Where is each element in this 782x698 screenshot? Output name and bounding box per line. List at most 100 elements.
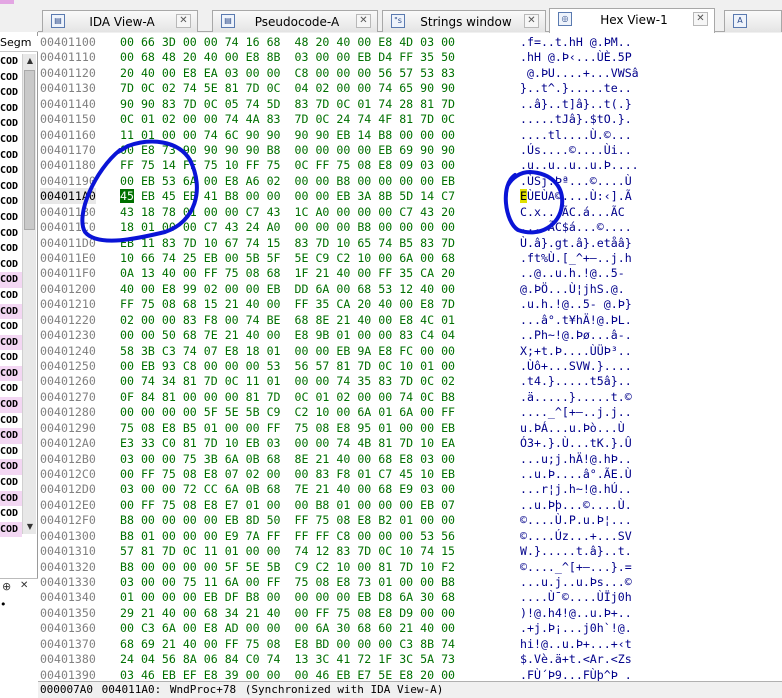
row-bytes[interactable]: 0A 13 40 00 FF 75 08 68 1F 21 40 00 FF 3… <box>120 265 455 281</box>
scroll-down-icon[interactable]: ▼ <box>23 520 37 534</box>
segment-item[interactable]: COD <box>0 350 22 366</box>
row-bytes[interactable]: 45 EB 45 EB 41 B8 00 00 00 00 EB 3A 8B 5… <box>120 188 455 204</box>
row-ascii[interactable]: @.ÞU....+...VWSâ <box>520 65 639 81</box>
segment-item[interactable]: COD <box>0 163 22 179</box>
row-bytes[interactable]: 40 00 E8 99 02 00 00 EB DD 6A 00 68 53 1… <box>120 281 455 297</box>
row-bytes[interactable]: 00 FF 75 08 E8 E7 01 00 00 B8 01 00 00 0… <box>120 497 455 513</box>
hex-row[interactable]: 00401250 00 EB 93 C8 00 00 00 53 56 57 81… <box>38 358 782 374</box>
tab-hex-view-1[interactable]: ◎ Hex View-1 ✕ <box>549 8 715 33</box>
row-ascii[interactable]: }..t^.}.....te.. <box>520 80 632 96</box>
row-bytes[interactable]: 00 EB 53 6A 00 E8 A6 02 00 00 B8 00 00 0… <box>120 173 455 189</box>
row-ascii[interactable]: ...â°.t¥hÄ!@.ÞL. <box>520 312 632 328</box>
row-ascii[interactable]: u.ÞÁ...u.Þò...Ù <box>520 420 625 436</box>
row-ascii[interactable]: W.}.....t.â}..t. <box>520 543 632 559</box>
row-bytes[interactable]: 03 00 00 72 CC 6A 0B 68 7E 21 40 00 68 E… <box>120 481 455 497</box>
row-ascii[interactable]: Ù.â}.gt.â}.etåâ} <box>520 235 632 251</box>
segment-item[interactable]: COD <box>0 521 22 538</box>
row-ascii[interactable]: ....Ù¯©....ÙÏj0h <box>520 589 632 605</box>
row-bytes[interactable]: E3 33 C0 81 7D 10 EB 03 00 00 74 4B 81 7… <box>120 435 455 451</box>
row-ascii[interactable]: .Ús....©....Ùi.. <box>520 142 632 158</box>
segment-item[interactable]: COD <box>0 179 22 195</box>
hex-row[interactable]: 00401110 00 68 48 20 40 00 E8 8B 03 00 00… <box>38 49 782 65</box>
row-bytes[interactable]: 18 01 00 00 C7 43 24 A0 00 00 00 B8 00 0… <box>120 219 455 235</box>
segment-item[interactable]: COD <box>0 210 22 226</box>
segment-item[interactable]: COD <box>0 490 22 507</box>
hex-row[interactable]: 00401270 0F 84 81 00 00 00 81 7D 0C 01 02… <box>38 389 782 405</box>
row-ascii[interactable]: C.x...ÃC.á...ÃC <box>520 204 632 220</box>
row-bytes[interactable]: 43 18 78 01 00 00 C7 43 1C A0 00 00 00 C… <box>120 204 455 220</box>
segment-item[interactable]: COD <box>0 288 22 304</box>
segment-item[interactable]: COD <box>0 226 22 242</box>
row-bytes[interactable]: 02 00 00 83 F8 00 74 BE 68 8E 21 40 00 E… <box>120 312 455 328</box>
segment-item[interactable]: COD <box>0 85 22 101</box>
row-ascii[interactable]: .Ùô+...SVW.}.... <box>520 358 632 374</box>
row-ascii[interactable]: ..u.Þþ...©....Ù. <box>520 497 632 513</box>
segment-item[interactable]: COD <box>0 101 22 117</box>
hex-row[interactable]: 00401160 11 01 00 00 74 6C 90 90 90 90 EB… <box>38 127 782 143</box>
row-ascii[interactable]: .ä.....}.....t.© <box>520 389 632 405</box>
row-ascii[interactable]: X;+t.Þ....ÙÜÞ³.. <box>520 343 632 359</box>
segment-item[interactable]: COD <box>0 319 22 335</box>
hex-row[interactable]: 00401200 40 00 E8 99 02 00 00 EB DD 6A 00… <box>38 281 782 297</box>
hex-row[interactable]: 00401330 03 00 00 75 11 6A 00 FF 75 08 E8… <box>38 574 782 590</box>
row-ascii[interactable]: hi!@..u.Þ+...+‹t <box>520 636 632 652</box>
row-bytes[interactable]: EB 11 83 7D 10 67 74 15 83 7D 10 65 74 B… <box>120 235 455 251</box>
row-bytes[interactable]: 10 66 74 25 EB 00 5B 5F 5E C9 C2 10 00 6… <box>120 250 455 266</box>
row-bytes[interactable]: 00 FF 75 08 E8 07 02 00 00 83 F8 01 C7 4… <box>120 466 455 482</box>
hex-row[interactable]: 00401380 24 04 56 8A 06 84 C0 74 13 3C 41… <box>38 651 782 667</box>
row-bytes[interactable]: 29 21 40 00 68 34 21 40 00 FF 75 08 E8 D… <box>120 605 455 621</box>
segments-header[interactable]: Segm <box>0 36 38 52</box>
row-ascii[interactable]: Ó3+.}.Ù...tK.}.Û <box>520 435 632 451</box>
row-ascii[interactable]: ...u;j.hÄ!@.hÞ.. <box>520 451 632 467</box>
hex-row[interactable]: 00401170 00 E8 73 90 90 90 90 B8 00 00 00… <box>38 142 782 158</box>
row-ascii[interactable]: ....ÃC$á...©.... <box>520 219 632 235</box>
row-bytes[interactable]: 01 00 00 00 EB DF B8 00 00 00 00 EB D8 6… <box>120 589 455 605</box>
hex-row[interactable]: 004011F0 0A 13 40 00 FF 75 08 68 1F 21 40… <box>38 265 782 281</box>
row-bytes[interactable]: B8 01 00 00 00 E9 7A FF FF FF C8 00 00 0… <box>120 528 455 544</box>
segment-item[interactable]: COD <box>0 365 22 382</box>
hex-row[interactable]: 004011E0 10 66 74 25 EB 00 5B 5F 5E C9 C2… <box>38 250 782 266</box>
hex-row[interactable]: 004012D0 03 00 00 72 CC 6A 0B 68 7E 21 40… <box>38 481 782 497</box>
segment-item[interactable]: COD <box>0 272 22 288</box>
close-tab-icon[interactable]: ✕ <box>176 14 191 28</box>
hex-row[interactable]: 004011B0 43 18 78 01 00 00 C7 43 1C A0 00… <box>38 204 782 220</box>
hex-row[interactable]: 00401130 7D 0C 02 74 5E 81 7D 0C 04 02 00… <box>38 80 782 96</box>
row-bytes[interactable]: 68 69 21 40 00 FF 75 08 E8 BD 00 00 00 C… <box>120 636 455 652</box>
segment-item[interactable]: COD <box>0 70 22 86</box>
hex-row[interactable]: 004011C0 18 01 00 00 C7 43 24 A0 00 00 00… <box>38 219 782 235</box>
hex-row[interactable]: 00401290 75 08 E8 B5 01 00 00 FF 75 08 E8… <box>38 420 782 436</box>
row-bytes[interactable]: 90 90 83 7D 0C 05 74 5D 83 7D 0C 01 74 2… <box>120 96 455 112</box>
row-bytes[interactable]: 00 EB 93 C8 00 00 00 53 56 57 81 7D 0C 1… <box>120 358 455 374</box>
row-ascii[interactable]: .f=..t.hH @.ÞM.. <box>520 34 632 50</box>
hex-row[interactable]: 00401320 B8 00 00 00 00 5F 5E 5B C9 C2 10… <box>38 559 782 575</box>
close-tab-icon[interactable]: ✕ <box>693 12 708 26</box>
segments-scrollbar[interactable]: ▲ ▼ <box>22 54 36 534</box>
hex-row[interactable]: 004012B0 03 00 00 75 3B 6A 0B 68 8E 21 40… <box>38 451 782 467</box>
row-ascii[interactable]: ..@..u.h.!@..5- <box>520 265 632 281</box>
hex-row[interactable]: 004012A0 E3 33 C0 81 7D 10 EB 03 00 00 74… <box>38 435 782 451</box>
row-ascii[interactable]: .FÙ´Þ9...FÙþ^Þ . <box>520 667 632 681</box>
row-ascii[interactable]: ...._^[+–..j.j.. <box>520 404 632 420</box>
segment-item[interactable]: COD <box>0 257 22 273</box>
hex-row[interactable]: 00401190 00 EB 53 6A 00 E8 A6 02 00 00 B8… <box>38 173 782 189</box>
row-bytes[interactable]: B8 00 00 00 00 EB 8D 50 FF 75 08 E8 B2 0… <box>120 512 455 528</box>
scroll-up-icon[interactable]: ▲ <box>23 54 37 68</box>
row-ascii[interactable]: ....tl....Ù.©... <box>520 127 632 143</box>
row-ascii[interactable]: .....tJâ}.$tO.}. <box>520 111 632 127</box>
row-bytes[interactable]: 0C 01 02 00 00 74 4A 83 7D 0C 24 74 4F 8… <box>120 111 455 127</box>
row-bytes[interactable]: 75 08 E8 B5 01 00 00 FF 75 08 E8 95 01 0… <box>120 420 455 436</box>
segment-item[interactable]: COD <box>0 116 22 132</box>
row-bytes[interactable]: 7D 0C 02 74 5E 81 7D 0C 04 02 00 00 74 6… <box>120 80 455 96</box>
row-ascii[interactable]: .ÙSj.Þª...©....Ù <box>520 173 632 189</box>
hex-row[interactable]: 00401180 FF 75 14 FF 75 10 FF 75 0C FF 75… <box>38 157 782 173</box>
hex-row[interactable]: 00401390 03 46 EB EF E8 39 00 00 00 46 EB… <box>38 667 782 681</box>
row-bytes[interactable]: 0F 84 81 00 00 00 81 7D 0C 01 02 00 00 7… <box>120 389 455 405</box>
hex-row[interactable]: 00401350 29 21 40 00 68 34 21 40 00 FF 75… <box>38 605 782 621</box>
row-ascii[interactable]: $.Vè.ä+t.<Ar.<Zs <box>520 651 632 667</box>
segment-item[interactable]: COD <box>0 475 22 491</box>
hex-view[interactable]: 00401100 00 66 3D 00 00 74 16 68 48 20 40… <box>38 33 782 681</box>
row-bytes[interactable]: FF 75 08 68 15 21 40 00 FF 35 CA 20 40 0… <box>120 296 455 312</box>
row-bytes[interactable]: 57 81 7D 0C 11 01 00 00 74 12 83 7D 0C 1… <box>120 543 455 559</box>
row-ascii[interactable]: ©....Ù.P.u.Þ¦... <box>520 512 632 528</box>
close-tab-icon[interactable]: ✕ <box>524 14 539 28</box>
